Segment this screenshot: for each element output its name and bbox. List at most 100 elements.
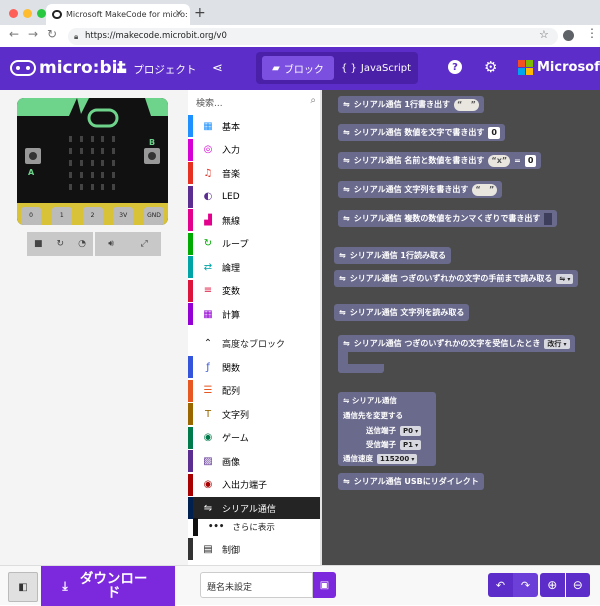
- category-7[interactable]: ≡ 変数: [188, 279, 320, 302]
- toolbox-search[interactable]: 検索... ⌕: [196, 93, 316, 111]
- advanced-category-6[interactable]: ⇋ シリアル通信: [188, 497, 320, 519]
- category-1[interactable]: ◎ 入力: [188, 138, 320, 161]
- workspace[interactable]: ⇋ シリアル通信 1行書き出す “ ” ⇋ シリアル通信 数値を文字で書き出す …: [322, 90, 600, 565]
- category-control[interactable]: ▤ 制御: [188, 538, 320, 560]
- delimiter-dropdown[interactable]: 改行: [544, 338, 570, 349]
- advanced-category-1[interactable]: ☰ 配列: [188, 379, 320, 402]
- category-label: 基本: [222, 122, 241, 133]
- block-read-string[interactable]: ⇋ シリアル通信 文字列を読み取る: [334, 304, 470, 321]
- block-write-string[interactable]: ⇋ シリアル通信 文字列を書き出す “ ”: [338, 181, 503, 198]
- back-arrow-icon[interactable]: ←: [9, 27, 19, 41]
- number-slot[interactable]: 0: [524, 154, 537, 167]
- block-write-numbers[interactable]: ⇋ シリアル通信 複数の数値をカンマくぎりで書き出す: [338, 210, 558, 227]
- browser-menu-icon[interactable]: ⋮: [586, 26, 598, 40]
- slow-motion-icon[interactable]: ◔: [78, 239, 86, 249]
- advanced-toggle[interactable]: ⌃ 高度なブロック: [188, 332, 320, 354]
- stop-icon[interactable]: ■: [34, 239, 43, 249]
- list-icon: ≡: [203, 285, 213, 296]
- category-5[interactable]: ↻ ループ: [188, 232, 320, 255]
- project-button[interactable]: ▬ プロジェクト: [116, 62, 196, 77]
- collapse-icon: ◧: [18, 581, 28, 593]
- category-6[interactable]: ⇄ 論理: [188, 256, 320, 278]
- number-slot[interactable]: 0: [488, 126, 500, 139]
- close-tab-icon[interactable]: ×: [175, 8, 183, 19]
- microsoft-logo[interactable]: Microsoft: [518, 60, 600, 75]
- zoom-in-button[interactable]: ⊕: [540, 573, 565, 597]
- delimiter-dropdown[interactable]: ⇋: [556, 273, 574, 284]
- control-label: 制御: [222, 545, 241, 556]
- more-button[interactable]: ••• さらに表示: [193, 518, 320, 536]
- minimize-window-button[interactable]: [23, 9, 32, 18]
- pin-0-label[interactable]: 0: [21, 207, 41, 225]
- forward-arrow-icon[interactable]: →: [28, 27, 38, 41]
- pin-3v-label: 3V: [113, 207, 134, 225]
- button-b-label: B: [149, 138, 156, 147]
- category-8[interactable]: ▦ 計算: [188, 303, 320, 325]
- download-button[interactable]: ⤓ ダウンロード: [41, 566, 175, 606]
- loop-icon: ↻: [203, 238, 213, 249]
- share-button[interactable]: ⋖: [212, 61, 223, 76]
- block-write-line[interactable]: ⇋ シリアル通信 1行書き出す “ ”: [338, 96, 484, 113]
- usb-icon: ⇋: [203, 502, 213, 514]
- block-write-value[interactable]: ⇋ シリアル通信 名前と数値を書き出す “x” = 0: [338, 152, 542, 169]
- microbit-board[interactable]: A B 0 1 2 3V GND: [17, 98, 168, 225]
- tx-pin-dropdown[interactable]: P0: [400, 426, 422, 436]
- url-field[interactable]: 🔒︎ https://makecode.microbit.org/v0: [68, 28, 558, 45]
- control-icon: ▤: [203, 543, 213, 555]
- help-icon[interactable]: ?: [448, 60, 462, 74]
- collapse-simulator-button[interactable]: ◧: [8, 572, 38, 602]
- block-redirect-usb[interactable]: ⇋ シリアル通信 USBにリダイレクト: [338, 473, 484, 490]
- block-on-received[interactable]: ⇋ シリアル通信 つぎのいずれかの文字を受信したとき 改行: [334, 335, 600, 377]
- rx-pin-dropdown[interactable]: P1: [400, 440, 422, 450]
- save-button[interactable]: ▣: [313, 572, 336, 598]
- block-redirect[interactable]: ⇋ シリアル通信 通信先を変更する 送信端子 P0 受信端子 P1 通信速度 1152…: [338, 392, 436, 466]
- category-0[interactable]: ▦ 基本: [188, 115, 320, 137]
- account-avatar-icon[interactable]: [563, 30, 574, 41]
- category-3[interactable]: ◐ LED: [188, 185, 320, 208]
- block-read-line[interactable]: ⇋ シリアル通信 1行読み取る: [334, 247, 451, 264]
- category-2[interactable]: ♫ 音楽: [188, 162, 320, 184]
- new-tab-button[interactable]: +: [194, 5, 206, 21]
- close-window-button[interactable]: [9, 9, 18, 18]
- block-write-number[interactable]: ⇋ シリアル通信 数値を文字で書き出す 0: [338, 124, 505, 141]
- name-slot[interactable]: “x”: [488, 154, 511, 167]
- function-icon: ƒ: [206, 361, 210, 373]
- maximize-window-button[interactable]: [37, 9, 46, 18]
- javascript-tab[interactable]: { } JavaScript: [338, 56, 414, 80]
- array-slot[interactable]: [544, 212, 553, 225]
- advanced-category-5[interactable]: ◉ 入出力端子: [188, 473, 320, 496]
- restart-icon[interactable]: ↻: [57, 239, 65, 249]
- category-4[interactable]: ▟ 無線: [188, 209, 320, 231]
- advanced-category-0[interactable]: ƒ 関数: [188, 356, 320, 378]
- baud-rate-dropdown[interactable]: 115200: [377, 454, 418, 464]
- bookmark-star-icon[interactable]: ☆: [539, 28, 549, 41]
- block-read-until[interactable]: ⇋ シリアル通信 つぎのいずれかの文字の手前まで読み取る ⇋: [334, 270, 579, 287]
- zoom-out-button[interactable]: ⊖: [565, 573, 590, 597]
- on-received-body: [338, 352, 348, 364]
- project-name-input[interactable]: 題名未設定: [200, 572, 313, 598]
- mute-icon[interactable]: 🔊︎: [108, 239, 114, 249]
- browser-tab[interactable]: Microsoft MakeCode for micro: ×: [46, 4, 190, 25]
- undo-button[interactable]: ↶: [488, 573, 513, 597]
- advanced-category-3[interactable]: ◉ ゲーム: [188, 426, 320, 449]
- button-b[interactable]: [144, 148, 160, 164]
- category-label: 計算: [222, 310, 241, 321]
- search-placeholder: 検索...: [196, 99, 223, 109]
- browser-tab-title: Microsoft MakeCode for micro:: [66, 10, 188, 19]
- string-slot[interactable]: “ ”: [453, 98, 479, 111]
- category-label: ゲーム: [222, 434, 249, 444]
- pin-2-label[interactable]: 2: [82, 207, 103, 225]
- sim-control-group-left: ■ ↻ ◔: [27, 232, 93, 256]
- usb-icon: ⇋: [343, 185, 350, 194]
- string-slot[interactable]: “ ”: [472, 183, 498, 196]
- advanced-category-2[interactable]: T 文字列: [188, 403, 320, 425]
- fullscreen-icon[interactable]: ⤢: [141, 239, 148, 249]
- reload-icon[interactable]: ↻: [47, 27, 57, 41]
- button-a[interactable]: [25, 148, 41, 164]
- advanced-category-4[interactable]: ▨ 画像: [188, 450, 320, 472]
- microbit-logo[interactable]: micro:bit: [10, 58, 126, 78]
- settings-gear-icon[interactable]: ⚙: [484, 58, 497, 76]
- pin-1-label[interactable]: 1: [51, 207, 72, 225]
- redo-button[interactable]: ↷: [513, 573, 538, 597]
- blocks-tab[interactable]: ▰ ブロック: [262, 56, 334, 80]
